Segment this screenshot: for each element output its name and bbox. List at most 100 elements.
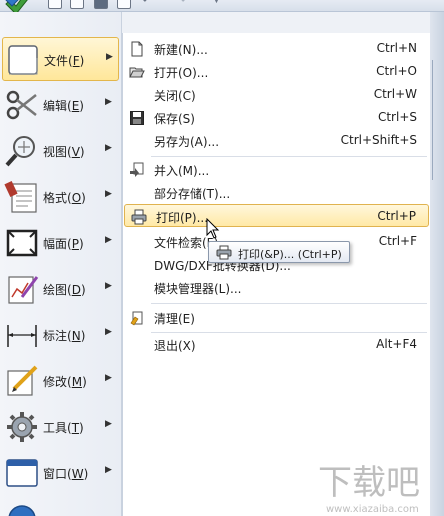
chevron-right-icon: ▶ bbox=[105, 327, 112, 337]
category-dimension[interactable]: 标注(N) ▶ bbox=[2, 313, 119, 357]
menu-item-print-shortcut: Ctrl+P bbox=[377, 209, 416, 223]
watermark-url: www.xiazaiba.com bbox=[326, 504, 419, 515]
menu-item-print[interactable]: 打印(P)... Ctrl+P bbox=[124, 204, 429, 227]
category-window-accel: W bbox=[71, 467, 84, 481]
file-icon bbox=[8, 45, 38, 75]
menu-item-open-label: 打开(O)... bbox=[154, 66, 209, 80]
save-icon bbox=[130, 111, 144, 125]
chevron-right-icon: ▶ bbox=[105, 143, 112, 153]
menu-item-cleanup-label: 清理(E) bbox=[154, 312, 195, 326]
printer-icon bbox=[131, 209, 147, 225]
menu-item-new-label: 新建(N)... bbox=[154, 43, 208, 57]
chevron-right-icon: ▶ bbox=[105, 465, 112, 475]
qat-save-icon[interactable] bbox=[94, 0, 108, 9]
category-dimension-accel: N bbox=[71, 329, 81, 343]
menu-item-save-shortcut: Ctrl+S bbox=[377, 110, 417, 124]
magnifier-icon bbox=[5, 136, 35, 167]
menu-item-save-as-label: 另存为(A)... bbox=[154, 135, 220, 149]
menu-item-module-manager[interactable]: 模块管理器(L)... bbox=[123, 276, 429, 299]
scrollbar-thumb[interactable] bbox=[432, 60, 440, 180]
category-draw-accel: D bbox=[71, 283, 81, 297]
category-format[interactable]: 格式(O) ▶ bbox=[2, 175, 119, 219]
category-edit-accel: E bbox=[71, 99, 80, 113]
menu-separator bbox=[151, 156, 427, 157]
menu-item-cleanup[interactable]: 清理(E) bbox=[123, 306, 429, 329]
chevron-right-icon: ▶ bbox=[105, 281, 112, 291]
merge-icon bbox=[130, 162, 144, 177]
category-file-label: 文件 bbox=[44, 54, 69, 68]
menu-item-save-as[interactable]: 另存为(A)... Ctrl+Shift+S bbox=[123, 129, 429, 152]
help-icon bbox=[8, 505, 36, 516]
qat-print-icon[interactable] bbox=[117, 0, 131, 9]
category-modify[interactable]: 修改(M) ▶ bbox=[2, 359, 119, 403]
category-view[interactable]: 视图(V) ▶ bbox=[2, 129, 119, 173]
category-help[interactable] bbox=[2, 497, 119, 516]
format-icon bbox=[4, 180, 37, 213]
menu-item-file-search-shortcut: Ctrl+F bbox=[378, 234, 417, 248]
watermark-text: 下载吧 bbox=[318, 463, 420, 503]
category-window-label: 窗口 bbox=[43, 467, 68, 481]
gear-icon bbox=[7, 412, 37, 442]
chevron-right-icon: ▶ bbox=[105, 419, 112, 429]
menu-item-open-shortcut: Ctrl+O bbox=[376, 64, 417, 78]
menu-separator bbox=[151, 303, 427, 304]
window-icon bbox=[6, 459, 38, 487]
watermark-logo: 下载吧 www.xiazaiba.com bbox=[318, 463, 420, 515]
print-tooltip: 打印(&P)... (Ctrl+P) bbox=[208, 241, 350, 263]
quick-access-toolbar: ↶ ↷ ▼ bbox=[0, 0, 444, 15]
category-format-accel: O bbox=[71, 191, 82, 205]
menu-item-partial-save[interactable]: 部分存储(T)... bbox=[123, 181, 429, 204]
menu-item-print-label: 打印(P)... bbox=[156, 211, 209, 225]
menu-item-save-as-shortcut: Ctrl+Shift+S bbox=[340, 133, 417, 147]
category-edit-label: 编辑 bbox=[43, 99, 68, 113]
menu-item-close-shortcut: Ctrl+W bbox=[373, 87, 417, 101]
cleanup-icon bbox=[130, 311, 143, 326]
menu-item-save-label: 保存(S) bbox=[154, 112, 195, 126]
chevron-right-icon: ▶ bbox=[105, 97, 112, 107]
chevron-right-icon: ▶ bbox=[105, 189, 112, 199]
menu-item-open[interactable]: 打开(O)... Ctrl+O bbox=[123, 60, 429, 83]
menu-item-merge[interactable]: 并入(M)... bbox=[123, 158, 429, 181]
category-view-label: 视图 bbox=[43, 145, 68, 159]
category-draw[interactable]: 绘图(D) ▶ bbox=[2, 267, 119, 311]
qat-open-icon[interactable] bbox=[70, 0, 84, 9]
frame-icon bbox=[6, 229, 38, 257]
menu-item-partial-save-label: 部分存储(T)... bbox=[154, 187, 231, 201]
category-sheet-label: 幅面 bbox=[43, 237, 68, 251]
chevron-right-icon: ▶ bbox=[106, 52, 113, 62]
category-sidebar: 文件(F) ▶ 编辑(E) ▶ 视图(V) ▶ 格式(O) ▶ 幅面(P) ▶ … bbox=[0, 12, 122, 516]
open-folder-icon bbox=[129, 67, 145, 78]
new-document-icon bbox=[131, 41, 143, 57]
menu-item-close[interactable]: 关闭(C) Ctrl+W bbox=[123, 83, 429, 106]
category-edit[interactable]: 编辑(E) ▶ bbox=[2, 83, 119, 127]
category-modify-accel: M bbox=[71, 375, 83, 389]
menu-item-exit[interactable]: 退出(X) Alt+F4 bbox=[123, 333, 429, 356]
category-tools-accel: T bbox=[71, 421, 80, 435]
category-tools[interactable]: 工具(T) ▶ bbox=[2, 405, 119, 449]
edit-pencil-icon bbox=[7, 365, 38, 396]
category-tools-label: 工具 bbox=[43, 421, 68, 435]
qat-new-icon[interactable] bbox=[48, 0, 62, 9]
category-format-label: 格式 bbox=[43, 191, 68, 205]
category-sheet[interactable]: 幅面(P) ▶ bbox=[2, 221, 119, 265]
menu-item-merge-label: 并入(M)... bbox=[154, 164, 210, 178]
category-dimension-label: 标注 bbox=[43, 329, 68, 343]
category-window[interactable]: 窗口(W) ▶ bbox=[2, 451, 119, 495]
category-draw-label: 绘图 bbox=[43, 283, 68, 297]
category-sheet-accel: P bbox=[71, 237, 79, 251]
tooltip-label: 打印(&P)... (Ctrl+P) bbox=[238, 248, 342, 261]
category-view-accel: V bbox=[71, 145, 80, 159]
qat-redo-icon[interactable]: ↷ bbox=[176, 0, 186, 7]
menu-item-new[interactable]: 新建(N)... Ctrl+N bbox=[123, 37, 429, 60]
menu-item-close-label: 关闭(C) bbox=[154, 89, 196, 103]
chevron-right-icon: ▶ bbox=[105, 235, 112, 245]
menu-item-module-manager-label: 模块管理器(L)... bbox=[154, 282, 242, 296]
qat-undo-icon[interactable]: ↶ bbox=[142, 0, 152, 7]
file-menu-panel: 新建(N)... Ctrl+N 打开(O)... Ctrl+O 关闭(C) Ct… bbox=[122, 33, 430, 516]
category-file[interactable]: 文件(F) ▶ bbox=[2, 37, 119, 81]
menu-item-save[interactable]: 保存(S) Ctrl+S bbox=[123, 106, 429, 129]
category-modify-label: 修改 bbox=[43, 375, 68, 389]
menu-item-new-shortcut: Ctrl+N bbox=[376, 41, 417, 55]
qat-dropdown-icon[interactable]: ▼ bbox=[213, 0, 220, 7]
drawing-icon bbox=[8, 276, 39, 304]
